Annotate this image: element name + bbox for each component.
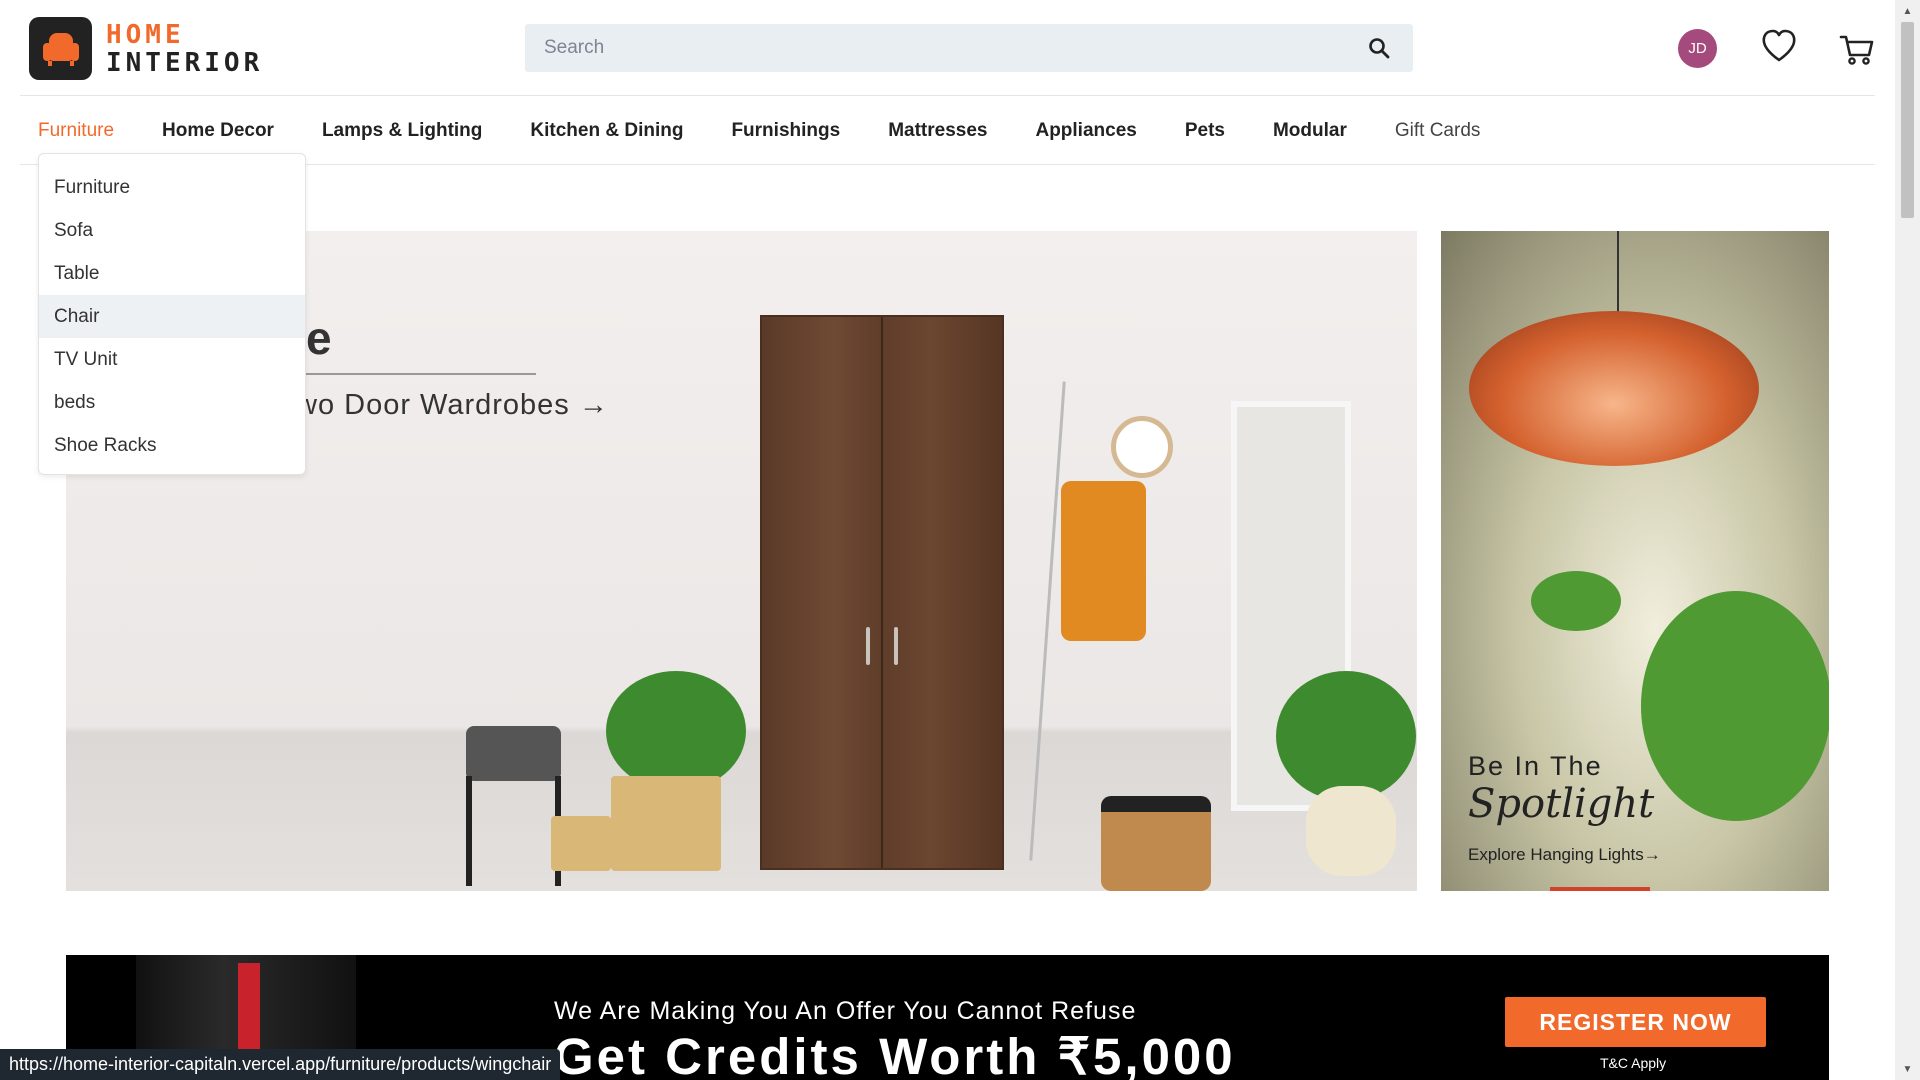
side-banner-indicator: [1550, 887, 1650, 891]
page-scrollbar[interactable]: ▲ ▼: [1895, 0, 1920, 1080]
side-banner-title: Be In The: [1468, 751, 1603, 781]
dropdown-item-shoe-racks[interactable]: Shoe Racks: [39, 424, 305, 467]
scrollbar-thumb[interactable]: [1901, 22, 1914, 218]
wardrobe-handle: [894, 627, 898, 665]
plant-image: [1531, 571, 1621, 631]
register-now-button[interactable]: REGISTER NOW: [1505, 997, 1766, 1047]
dropdown-item-beds[interactable]: beds: [39, 381, 305, 424]
logo-text: HOME INTERIOR: [106, 21, 263, 77]
coat-image: [1061, 481, 1146, 641]
armchair-icon: [29, 17, 92, 80]
lamp-cord: [1617, 231, 1619, 316]
dropdown-item-tv-unit[interactable]: TV Unit: [39, 338, 305, 381]
user-avatar[interactable]: JD: [1678, 29, 1717, 68]
stool-legs-image: [466, 776, 561, 886]
hero-subtitle-link[interactable]: wo Door Wardrobes →: [296, 389, 609, 422]
search-icon[interactable]: [1367, 36, 1391, 60]
nav-item-gift-cards[interactable]: Gift Cards: [1395, 120, 1481, 142]
ottoman-image: [1101, 796, 1211, 891]
nav-item-mattresses[interactable]: Mattresses: [888, 120, 987, 142]
dropdown-item-table[interactable]: Table: [39, 252, 305, 295]
side-banner[interactable]: Be In The Spotlight Explore Hanging Ligh…: [1441, 231, 1829, 891]
scroll-up-arrow-icon[interactable]: ▲: [1895, 0, 1920, 22]
promo-offer: Get Credits Worth ₹5,000: [554, 1028, 1236, 1080]
tie-image: [238, 963, 260, 1063]
plant-image: [606, 671, 746, 791]
wardrobe-image: [760, 315, 1004, 870]
nav-item-modular[interactable]: Modular: [1273, 120, 1347, 142]
heart-icon[interactable]: [1760, 27, 1798, 65]
logo[interactable]: HOME INTERIOR: [29, 17, 263, 80]
dropdown-item-furniture[interactable]: Furniture: [39, 166, 305, 209]
logo-home: HOME: [106, 19, 185, 50]
nav-item-kitchen-dining[interactable]: Kitchen & Dining: [530, 120, 683, 142]
dropdown-item-sofa[interactable]: Sofa: [39, 209, 305, 252]
basket-image: [1306, 786, 1396, 876]
furniture-dropdown-menu: Furniture Sofa Table Chair TV Unit beds …: [38, 153, 306, 475]
basket-image: [611, 776, 721, 871]
cart-icon[interactable]: [1838, 30, 1876, 68]
nav-item-home-decor[interactable]: Home Decor: [162, 120, 274, 142]
wardrobe-handle: [866, 627, 870, 665]
clock-image: [1111, 416, 1173, 478]
nav-item-furniture[interactable]: Furniture: [38, 120, 114, 142]
plant-image: [1641, 591, 1829, 821]
basket-image: [551, 816, 611, 871]
nav-item-lamps-lighting[interactable]: Lamps & Lighting: [322, 120, 482, 142]
search-input[interactable]: [544, 37, 1367, 59]
explore-hanging-lights-link[interactable]: Explore Hanging Lights→: [1468, 845, 1661, 865]
side-banner-script: Spotlight: [1468, 781, 1655, 827]
hero-title: e: [306, 312, 332, 364]
hero-divider: [306, 373, 536, 375]
link-preview-status: https://home-interior-capitaln.vercel.ap…: [0, 1049, 561, 1080]
tnc-text: T&C Apply: [1600, 1055, 1667, 1071]
nav-item-furnishings[interactable]: Furnishings: [731, 120, 840, 142]
promo-headline: We Are Making You An Offer You Cannot Re…: [554, 997, 1137, 1025]
search-bar: [525, 24, 1413, 72]
dropdown-item-chair[interactable]: Chair: [39, 295, 305, 338]
pendant-lamp-image: [1469, 311, 1759, 466]
page: HOME INTERIOR JD Furniture Home Decor La…: [0, 0, 1895, 1080]
plant-image: [1276, 671, 1416, 801]
logo-interior: INTERIOR: [106, 47, 264, 78]
nav-item-pets[interactable]: Pets: [1185, 120, 1225, 142]
nav-item-appliances[interactable]: Appliances: [1035, 120, 1136, 142]
header: HOME INTERIOR JD: [20, 0, 1875, 96]
scroll-down-arrow-icon[interactable]: ▼: [1895, 1058, 1920, 1080]
stool-image: [466, 726, 561, 781]
